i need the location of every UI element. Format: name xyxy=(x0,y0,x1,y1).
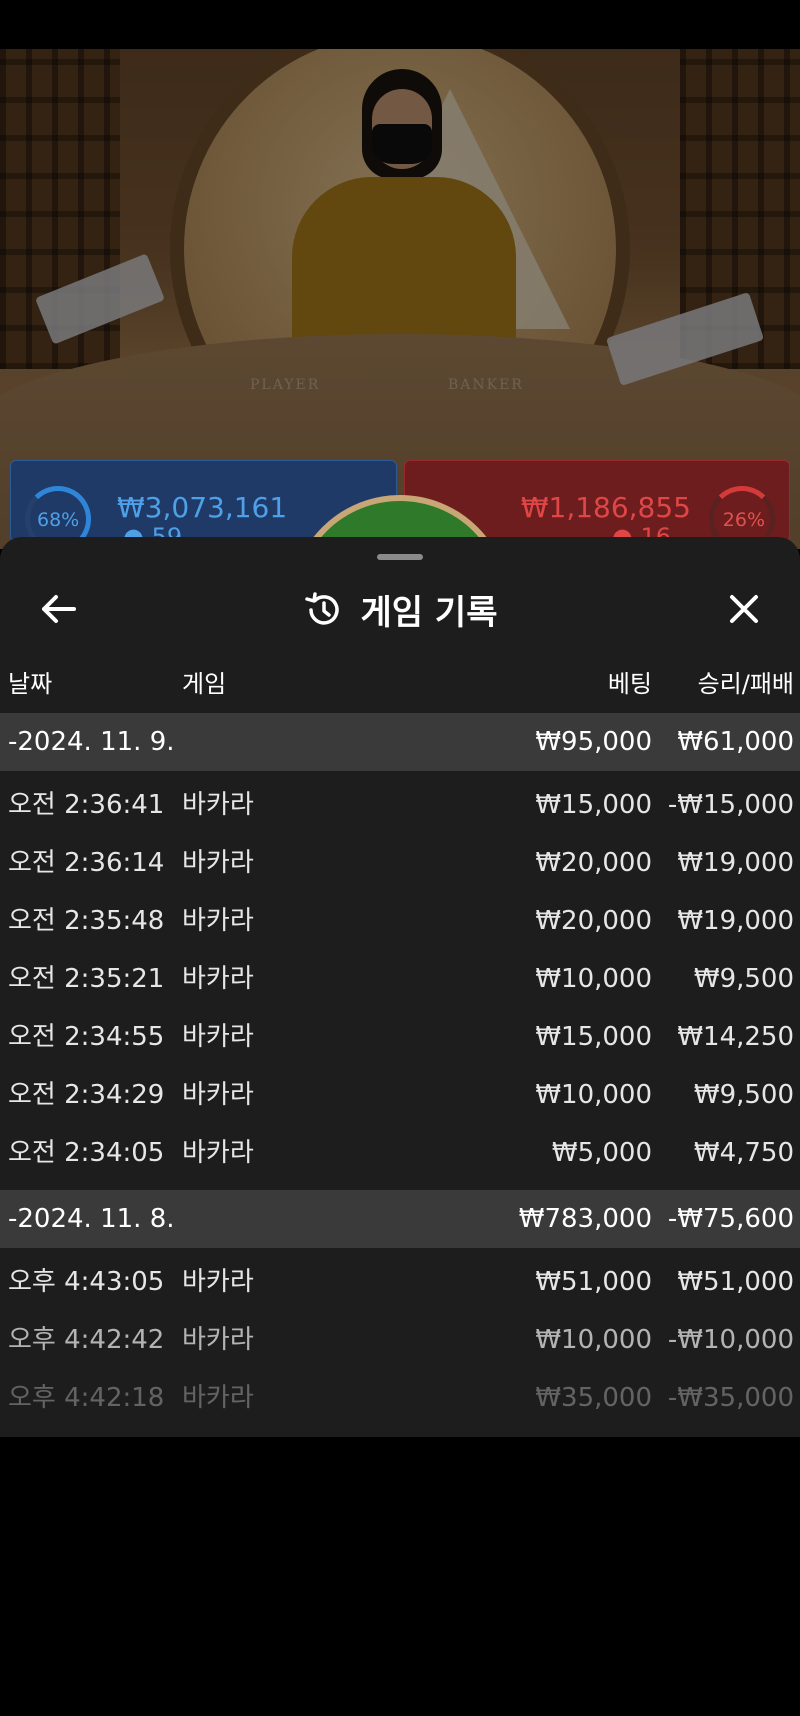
row-bet: ₩20,000 xyxy=(535,906,652,936)
row-game: 바카라 xyxy=(182,1022,254,1052)
sheet-header: 게임 기록 xyxy=(0,567,800,647)
sheet-title-group: 게임 기록 xyxy=(0,585,800,634)
row-game: 바카라 xyxy=(182,1080,254,1110)
row-bet: ₩51,000 xyxy=(535,1267,652,1297)
row-time: 오후 4:42:18 xyxy=(8,1383,165,1413)
row-game: 바카라 xyxy=(182,1138,254,1168)
row-time: 오후 4:42:42 xyxy=(8,1325,165,1355)
row-time: 오전 2:36:14 xyxy=(8,848,165,878)
row-time: 오후 4:43:05 xyxy=(8,1267,165,1297)
date-group-header[interactable]: -2024. 11. 8. ₩783,000 -₩75,600 xyxy=(0,1190,800,1248)
banker-bet-amount: ₩1,186,855 xyxy=(520,491,691,524)
row-result: -₩35,000 xyxy=(667,1383,794,1413)
row-bet: ₩10,000 xyxy=(535,964,652,994)
row-game: 바카라 xyxy=(182,790,254,820)
row-result: ₩51,000 xyxy=(677,1267,794,1297)
row-bet: ₩10,000 xyxy=(535,1325,652,1355)
row-time: 오전 2:35:48 xyxy=(8,906,165,936)
column-header-result: 승리/패배 xyxy=(697,670,794,698)
history-row[interactable]: 오전 2:34:29 바카라 ₩10,000 ₩9,500 xyxy=(0,1066,800,1124)
group-date: -2024. 11. 8. xyxy=(8,1204,175,1234)
row-result: ₩19,000 xyxy=(677,906,794,936)
row-time: 오전 2:34:55 xyxy=(8,1022,165,1052)
history-row[interactable]: 오전 2:34:05 바카라 ₩5,000 ₩4,750 xyxy=(0,1124,800,1182)
row-result: ₩19,000 xyxy=(677,848,794,878)
row-game: 바카라 xyxy=(182,1267,254,1297)
row-time: 오전 2:34:29 xyxy=(8,1080,165,1110)
row-game: 바카라 xyxy=(182,1383,254,1413)
column-header-bet: 베팅 xyxy=(607,670,652,698)
history-row[interactable]: 오전 2:34:55 바카라 ₩15,000 ₩14,250 xyxy=(0,1008,800,1066)
row-game: 바카라 xyxy=(182,906,254,936)
group-bet-total: ₩95,000 xyxy=(535,727,652,757)
history-row[interactable]: 오전 2:35:48 바카라 ₩20,000 ₩19,000 xyxy=(0,892,800,950)
group-date: -2024. 11. 9. xyxy=(8,727,175,757)
close-icon xyxy=(730,595,758,623)
history-row[interactable]: 오후 4:43:05 바카라 ₩51,000 ₩51,000 xyxy=(0,1253,800,1311)
history-row[interactable]: 오후 4:42:42 바카라 ₩10,000 -₩10,000 xyxy=(0,1311,800,1369)
row-game: 바카라 xyxy=(182,1325,254,1355)
history-row[interactable]: 오전 2:36:41 바카라 ₩15,000 -₩15,000 xyxy=(0,776,800,834)
row-time: 오전 2:34:05 xyxy=(8,1138,165,1168)
row-time: 오전 2:35:21 xyxy=(8,964,165,994)
row-bet: ₩15,000 xyxy=(535,790,652,820)
row-result: -₩15,000 xyxy=(667,790,794,820)
row-result: ₩4,750 xyxy=(693,1138,794,1168)
history-list[interactable]: -2024. 11. 9. ₩95,000 ₩61,000 오전 2:36:41… xyxy=(0,713,800,1427)
column-header-date: 날짜 xyxy=(8,670,53,698)
column-header-game: 게임 xyxy=(182,670,227,698)
player-percent: 68% xyxy=(37,509,80,531)
game-history-sheet: 게임 기록 날짜 게임 베팅 승리/패배 -2024. 11. 9. ₩95,0… xyxy=(0,537,800,1437)
row-result: ₩9,500 xyxy=(693,1080,794,1110)
history-row[interactable]: 오전 2:36:14 바카라 ₩20,000 ₩19,000 xyxy=(0,834,800,892)
group-result-total: ₩61,000 xyxy=(677,727,794,757)
column-headers: 날짜 게임 베팅 승리/패배 xyxy=(0,664,800,704)
sheet-title: 게임 기록 xyxy=(360,593,498,633)
history-row[interactable]: 오후 4:42:18 바카라 ₩35,000 -₩35,000 xyxy=(0,1369,800,1427)
row-bet: ₩35,000 xyxy=(535,1383,652,1413)
group-result-total: -₩75,600 xyxy=(667,1204,794,1234)
row-bet: ₩5,000 xyxy=(551,1138,652,1168)
date-group-header[interactable]: -2024. 11. 9. ₩95,000 ₩61,000 xyxy=(0,713,800,771)
group-bet-total: ₩783,000 xyxy=(518,1204,652,1234)
history-icon xyxy=(304,591,339,625)
row-game: 바카라 xyxy=(182,964,254,994)
row-bet: ₩15,000 xyxy=(535,1022,652,1052)
row-result: ₩14,250 xyxy=(677,1022,794,1052)
row-bet: ₩20,000 xyxy=(535,848,652,878)
banker-percent: 26% xyxy=(722,509,765,531)
player-bet-amount: ₩3,073,161 xyxy=(117,491,288,524)
row-bet: ₩10,000 xyxy=(535,1080,652,1110)
sheet-drag-handle[interactable] xyxy=(377,554,423,560)
row-time: 오전 2:36:41 xyxy=(8,790,165,820)
history-row[interactable]: 오전 2:35:21 바카라 ₩10,000 ₩9,500 xyxy=(0,950,800,1008)
row-result: -₩10,000 xyxy=(667,1325,794,1355)
row-result: ₩9,500 xyxy=(693,964,794,994)
row-game: 바카라 xyxy=(182,848,254,878)
close-button[interactable] xyxy=(722,587,766,631)
